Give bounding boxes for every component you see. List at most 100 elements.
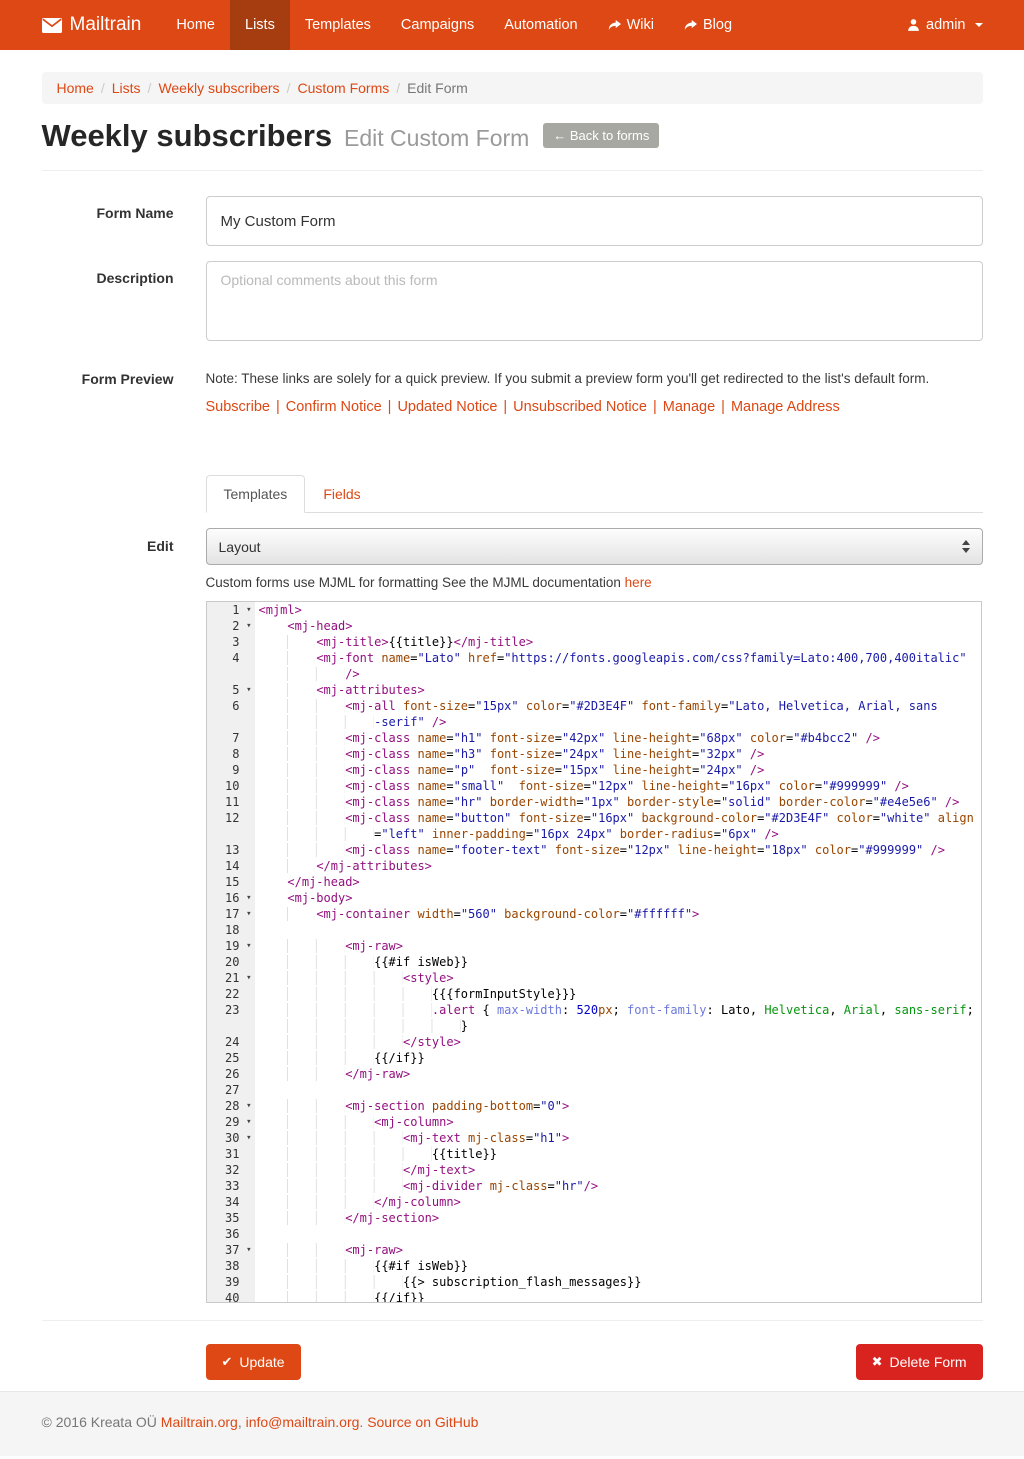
code-line: 24 </style> bbox=[207, 1034, 981, 1050]
tab-fields[interactable]: Fields bbox=[305, 475, 378, 513]
description-textarea[interactable] bbox=[206, 261, 983, 341]
indent-guide bbox=[287, 795, 345, 809]
preview-link[interactable]: Updated Notice bbox=[397, 399, 497, 415]
code-content: {{{formInputStyle}}} bbox=[255, 986, 981, 1002]
code-content: {{#if isWeb}} bbox=[255, 1258, 981, 1274]
code-line: } bbox=[207, 1018, 981, 1034]
fold-arrow-icon[interactable]: ▾ bbox=[246, 906, 251, 922]
breadcrumb-link[interactable]: Weekly subscribers bbox=[158, 80, 279, 96]
fold-arrow-icon[interactable]: ▾ bbox=[246, 1114, 251, 1130]
indent-guide bbox=[287, 1275, 403, 1289]
nav-item-blog[interactable]: Blog bbox=[669, 0, 747, 50]
line-number: 31 bbox=[207, 1146, 255, 1162]
code-content: <mj-class name="h1" font-size="42px" lin… bbox=[255, 730, 981, 746]
fold-arrow-icon[interactable]: ▾ bbox=[246, 970, 251, 986]
indent-guide bbox=[287, 859, 316, 873]
line-number: 28▾ bbox=[207, 1098, 255, 1114]
code-line: 13 <mj-class name="footer-text" font-siz… bbox=[207, 842, 981, 858]
code-content: /> bbox=[255, 666, 981, 682]
nav-item-lists[interactable]: Lists bbox=[230, 0, 290, 50]
select-arrows-icon bbox=[962, 540, 970, 553]
code-content: <mj-class name="hr" border-width="1px" b… bbox=[255, 794, 981, 810]
preview-link[interactable]: Confirm Notice bbox=[286, 399, 382, 415]
preview-link[interactable]: Manage Address bbox=[731, 399, 840, 415]
code-content: <mj-class name="button" font-size="16px"… bbox=[255, 810, 981, 826]
indent-guide bbox=[287, 955, 374, 969]
form-name-input[interactable] bbox=[206, 196, 983, 246]
template-select-value: Layout bbox=[219, 539, 261, 555]
brand[interactable]: Mailtrain bbox=[42, 0, 162, 50]
indent-guide bbox=[287, 987, 432, 1001]
nav-item-label: Lists bbox=[245, 17, 275, 33]
code-content: <mj-class name="p" font-size="15px" line… bbox=[255, 762, 981, 778]
footer-link[interactable]: Source on GitHub bbox=[367, 1414, 478, 1430]
code-line: 26 </mj-raw> bbox=[207, 1066, 981, 1082]
line-number: 16▾ bbox=[207, 890, 255, 906]
indent-guide bbox=[287, 1019, 460, 1033]
line-number: 32 bbox=[207, 1162, 255, 1178]
navbar: Mailtrain Home Lists TemplatesCampaignsAut… bbox=[0, 0, 1024, 50]
preview-link[interactable]: Subscribe bbox=[206, 399, 270, 415]
line-number bbox=[207, 826, 255, 842]
code-content: <mj-column> bbox=[255, 1114, 981, 1130]
code-content: </mj-text> bbox=[255, 1162, 981, 1178]
breadcrumb-link[interactable]: Home bbox=[57, 80, 94, 96]
mjml-doc-link[interactable]: here bbox=[625, 575, 652, 590]
link-separator: | bbox=[721, 399, 725, 415]
description-label: Description bbox=[42, 261, 174, 344]
delete-form-button[interactable]: ✖ Delete Form bbox=[856, 1344, 983, 1380]
fold-arrow-icon[interactable]: ▾ bbox=[246, 890, 251, 906]
fold-arrow-icon[interactable]: ▾ bbox=[246, 938, 251, 954]
code-content: <mj-section padding-bottom="0"> bbox=[255, 1098, 981, 1114]
nav-item-wiki[interactable]: Wiki bbox=[593, 0, 669, 50]
indent-guide bbox=[287, 1115, 374, 1129]
line-number: 17▾ bbox=[207, 906, 255, 922]
code-editor[interactable]: 1▾<mjml>2▾ <mj-head>3 <mj-title>{{title}… bbox=[206, 601, 982, 1303]
code-line: 20 {{#if isWeb}} bbox=[207, 954, 981, 970]
footer-link[interactable]: Mailtrain.org bbox=[161, 1414, 238, 1430]
footer-link[interactable]: info@mailtrain.org bbox=[246, 1414, 360, 1430]
form-preview-label: Form Preview bbox=[42, 368, 174, 415]
nav-item-automation[interactable]: Automation bbox=[489, 0, 592, 50]
nav-item-home[interactable]: Home bbox=[161, 0, 230, 50]
nav-item-templates[interactable]: Templates bbox=[290, 0, 386, 50]
link-separator: | bbox=[388, 399, 392, 415]
breadcrumb-link[interactable]: Lists bbox=[112, 80, 141, 96]
code-line: 4 <mj-font name="Lato" href="https://fon… bbox=[207, 650, 981, 666]
fold-arrow-icon[interactable]: ▾ bbox=[246, 682, 251, 698]
code-content: </mj-section> bbox=[255, 1210, 981, 1226]
line-number bbox=[207, 666, 255, 682]
line-number: 39 bbox=[207, 1274, 255, 1290]
user-menu[interactable]: admin bbox=[907, 0, 983, 50]
fold-arrow-icon[interactable]: ▾ bbox=[246, 618, 251, 634]
preview-link[interactable]: Manage bbox=[663, 399, 715, 415]
update-button[interactable]: ✔ Update bbox=[206, 1344, 301, 1380]
code-content: <mj-divider mj-class="hr"/> bbox=[255, 1178, 981, 1194]
code-line: 5▾ <mj-attributes> bbox=[207, 682, 981, 698]
fold-arrow-icon[interactable]: ▾ bbox=[246, 1098, 251, 1114]
template-select[interactable]: Layout bbox=[206, 528, 983, 565]
indent-guide bbox=[287, 779, 345, 793]
tab-templates[interactable]: Templates bbox=[206, 475, 306, 513]
nav-item-campaigns[interactable]: Campaigns bbox=[386, 0, 489, 50]
footer-segment: © 2016 Kreata OÜ bbox=[42, 1414, 161, 1430]
fold-arrow-icon[interactable]: ▾ bbox=[246, 1130, 251, 1146]
fold-arrow-icon[interactable]: ▾ bbox=[246, 602, 251, 618]
nav-item-label: Blog bbox=[703, 17, 732, 33]
page-title: Weekly subscribers bbox=[42, 118, 333, 153]
preview-link[interactable]: Unsubscribed Notice bbox=[513, 399, 647, 415]
code-line: 11 <mj-class name="hr" border-width="1px… bbox=[207, 794, 981, 810]
code-line: 25 {{/if}} bbox=[207, 1050, 981, 1066]
code-line: 30▾ <mj-text mj-class="h1"> bbox=[207, 1130, 981, 1146]
indent-guide bbox=[287, 747, 345, 761]
code-content: -serif" /> bbox=[255, 714, 981, 730]
fold-arrow-icon[interactable]: ▾ bbox=[246, 1242, 251, 1258]
code-content: <mj-container width="560" background-col… bbox=[255, 906, 981, 922]
indent-guide bbox=[287, 1035, 403, 1049]
back-to-forms-button[interactable]: ← Back to forms bbox=[543, 123, 659, 148]
footer: © 2016 Kreata OÜ Mailtrain.org, info@mai… bbox=[0, 1391, 1024, 1456]
line-number: 24 bbox=[207, 1034, 255, 1050]
code-line: 40 {{/if}} bbox=[207, 1290, 981, 1303]
code-content: ="left" inner-padding="16px 24px" border… bbox=[255, 826, 981, 842]
breadcrumb-link[interactable]: Custom Forms bbox=[297, 80, 389, 96]
